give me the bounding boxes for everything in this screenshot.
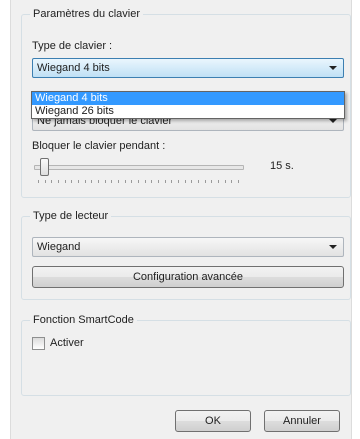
slider-tick xyxy=(131,180,133,183)
chevron-down-icon xyxy=(329,66,337,70)
slider-tick xyxy=(191,180,193,183)
slider-tick xyxy=(238,180,239,183)
dropdown-option-wiegand-4[interactable]: Wiegand 4 bits xyxy=(32,92,344,105)
slider-tick xyxy=(198,180,199,183)
reader-type-group: Type de lecteur Wiegand Configuration av… xyxy=(21,210,351,300)
cancel-button[interactable]: Annuler xyxy=(264,410,340,432)
slider-tick xyxy=(124,180,126,183)
slider-tick xyxy=(78,180,79,183)
slider-tick xyxy=(158,180,159,183)
advanced-config-button[interactable]: Configuration avancée xyxy=(32,266,344,288)
chevron-down-icon xyxy=(329,245,337,249)
chevron-down-icon xyxy=(329,119,337,123)
slider-tick xyxy=(224,180,226,183)
keyboard-type-combo[interactable]: Wiegand 4 bits xyxy=(32,58,344,78)
activate-label[interactable]: Activer xyxy=(50,337,84,349)
slider-tick xyxy=(71,180,73,183)
lock-duration-slider-track[interactable] xyxy=(34,165,244,170)
reader-type-title: Type de lecteur xyxy=(30,210,112,222)
lock-duration-slider-thumb[interactable] xyxy=(40,158,50,176)
slider-tick xyxy=(64,180,66,183)
slider-tick xyxy=(184,180,186,183)
slider-tick xyxy=(231,180,233,183)
slider-tick xyxy=(204,180,206,183)
slider-tick xyxy=(211,180,213,183)
settings-dialog: Paramètres du clavier Type de clavier : … xyxy=(10,0,352,439)
slider-tick xyxy=(84,180,86,183)
slider-tick xyxy=(58,180,59,183)
slider-tick xyxy=(151,180,153,183)
smartcode-title: Fonction SmartCode xyxy=(30,314,137,326)
activate-checkbox[interactable] xyxy=(32,337,45,350)
slider-tick xyxy=(51,180,53,183)
dropdown-option-wiegand-26[interactable]: Wiegand 26 bits xyxy=(32,105,344,118)
slider-tick xyxy=(144,180,146,183)
slider-tick xyxy=(111,180,113,183)
lock-duration-label: Bloquer le clavier pendant : xyxy=(32,140,166,152)
keyboard-settings-title: Paramètres du clavier xyxy=(30,8,143,20)
ok-button[interactable]: OK xyxy=(175,410,251,432)
keyboard-type-value: Wiegand 4 bits xyxy=(37,62,110,74)
slider-tick xyxy=(138,180,139,183)
slider-tick xyxy=(171,180,173,183)
slider-tick xyxy=(91,180,93,183)
slider-tick xyxy=(38,180,39,183)
reader-type-combo[interactable]: Wiegand xyxy=(32,237,344,257)
smartcode-group: Fonction SmartCode Activer xyxy=(21,314,351,396)
slider-tick xyxy=(164,180,166,183)
keyboard-type-label: Type de clavier : xyxy=(32,40,113,52)
lock-duration-value: 15 s. xyxy=(270,160,294,172)
slider-tick xyxy=(118,180,119,183)
slider-tick xyxy=(104,180,106,183)
reader-type-value: Wiegand xyxy=(37,241,81,253)
keyboard-type-dropdown[interactable]: Wiegand 4 bits Wiegand 26 bits xyxy=(31,91,345,119)
slider-tick xyxy=(218,180,219,183)
slider-tick xyxy=(178,180,179,183)
slider-tick xyxy=(98,180,99,183)
slider-tick xyxy=(44,180,46,183)
